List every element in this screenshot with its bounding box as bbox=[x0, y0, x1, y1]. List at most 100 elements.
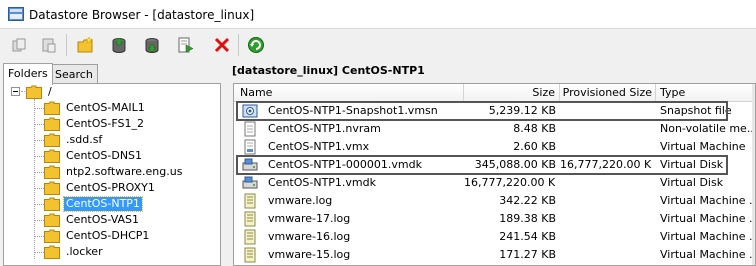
new-folder-button[interactable] bbox=[75, 34, 97, 56]
folder-icon bbox=[44, 149, 60, 163]
vm-config-icon bbox=[242, 139, 258, 155]
tree-item[interactable]: .locker bbox=[44, 244, 105, 260]
tree-item-label: CentOS-DHCP1 bbox=[66, 229, 150, 242]
log-file-icon bbox=[242, 229, 258, 245]
file-provisioned-size: 16,777,220.00 KB bbox=[560, 158, 652, 171]
file-name: vmware-16.log bbox=[268, 230, 351, 243]
download-button[interactable] bbox=[141, 34, 163, 56]
file-size: 2.60 KB bbox=[513, 140, 556, 153]
file-row[interactable]: CentOS-NTP1-000001.vmdk 345,088.00 KB 16,7… bbox=[234, 156, 755, 174]
file-row[interactable]: CentOS-NTP1.nvram 8.48 KB Non-volatile me.… bbox=[234, 120, 755, 138]
log-file-icon bbox=[242, 211, 258, 227]
folder-icon bbox=[44, 101, 60, 115]
current-path: [datastore_linux] CentOS-NTP1 bbox=[232, 64, 425, 77]
nvram-file-icon bbox=[242, 121, 258, 137]
file-size: 189.38 KB bbox=[499, 212, 556, 225]
tree-item[interactable]: CentOS-MAIL1 bbox=[44, 100, 147, 116]
tree-item[interactable]: CentOS-VAS1 bbox=[44, 212, 141, 228]
file-type: Virtual Disk bbox=[660, 158, 724, 171]
new-folder-icon bbox=[77, 36, 93, 53]
tree-item-label: CentOS-MAIL1 bbox=[66, 101, 145, 114]
file-name: vmware.log bbox=[268, 194, 333, 207]
folders-pane: Folders Search / CentOS-MAIL1 CentOS-FS1_… bbox=[0, 60, 226, 266]
column-header-type[interactable]: Type bbox=[656, 84, 755, 101]
paste-button[interactable] bbox=[38, 34, 60, 56]
tree-item-label: CentOS-NTP1 bbox=[63, 196, 143, 212]
grid-header: Name Size Provisioned Size Type bbox=[234, 84, 755, 102]
tree-item[interactable]: CentOS-NTP1 bbox=[44, 196, 143, 212]
snapshot-file-icon bbox=[242, 103, 258, 119]
datastore-browser-icon bbox=[8, 7, 24, 21]
refresh-icon bbox=[248, 37, 264, 53]
file-name: CentOS-NTP1-Snapshot1.vmsn bbox=[268, 104, 438, 117]
file-type: Virtual Machine ... bbox=[660, 248, 754, 261]
toolbar-separator bbox=[238, 34, 239, 56]
tab-folders[interactable]: Folders bbox=[3, 63, 53, 85]
folder-icon bbox=[44, 213, 60, 227]
file-type: Virtual Machine ... bbox=[660, 212, 754, 225]
file-type: Snapshot file bbox=[660, 104, 732, 117]
window-title: Datastore Browser - [datastore_linux] bbox=[29, 8, 255, 22]
file-grid: Name Size Provisioned Size Type CentOS-N… bbox=[233, 83, 756, 266]
file-name: CentOS-NTP1.nvram bbox=[268, 122, 381, 135]
folder-icon bbox=[26, 85, 42, 99]
file-size: 241.54 KB bbox=[499, 230, 556, 243]
file-row[interactable]: CentOS-NTP1.vmdk 16,777,220.00 KB Virtual … bbox=[234, 174, 755, 192]
file-size: 8.48 KB bbox=[513, 122, 556, 135]
file-type: Virtual Machine ... bbox=[660, 230, 754, 243]
copy-button[interactable] bbox=[8, 34, 30, 56]
upload-button[interactable] bbox=[108, 34, 130, 56]
tree-item-label: .sdd.sf bbox=[66, 133, 103, 146]
file-row[interactable]: vmware-15.log 171.27 KB Virtual Machine ..… bbox=[234, 246, 755, 264]
virtual-disk-icon bbox=[242, 175, 258, 191]
tree-root[interactable]: / bbox=[26, 84, 54, 100]
download-icon bbox=[145, 38, 159, 53]
register-vm-icon bbox=[178, 37, 194, 53]
file-row[interactable]: vmware.log 342.22 KB Virtual Machine ... bbox=[234, 192, 755, 210]
refresh-button[interactable] bbox=[245, 34, 267, 56]
folder-icon bbox=[44, 245, 60, 259]
file-size: 5,239.12 KB bbox=[488, 104, 556, 117]
folder-icon bbox=[44, 229, 60, 243]
tree-item[interactable]: CentOS-PROXY1 bbox=[44, 180, 157, 196]
upload-icon bbox=[112, 37, 126, 53]
folder-icon bbox=[44, 197, 60, 211]
paste-icon bbox=[42, 38, 56, 53]
file-size: 345,088.00 KB bbox=[474, 158, 556, 171]
file-name: CentOS-NTP1-000001.vmdk bbox=[268, 158, 422, 171]
folder-tree: / CentOS-MAIL1 CentOS-FS1_2 .sdd.sf CentOS-… bbox=[3, 83, 221, 266]
tree-item[interactable]: CentOS-DNS1 bbox=[44, 148, 144, 164]
toolbar-separator bbox=[66, 34, 67, 56]
folder-icon bbox=[44, 117, 60, 131]
file-name: CentOS-NTP1.vmx bbox=[268, 140, 370, 153]
tab-search[interactable]: Search bbox=[50, 64, 98, 85]
delete-icon bbox=[214, 37, 230, 53]
delete-button[interactable] bbox=[211, 34, 233, 56]
file-row[interactable]: vmware-17.log 189.38 KB Virtual Machine ..… bbox=[234, 210, 755, 228]
title-bar: Datastore Browser - [datastore_linux] bbox=[0, 0, 756, 29]
file-list-pane: [datastore_linux] CentOS-NTP1 Name Size … bbox=[230, 60, 756, 266]
folder-icon bbox=[44, 181, 60, 195]
file-name: CentOS-NTP1.vmdk bbox=[268, 176, 376, 189]
file-type: Virtual Machine bbox=[660, 140, 746, 153]
tree-item-label: CentOS-VAS1 bbox=[66, 213, 140, 226]
file-row[interactable]: vmware-16.log 241.54 KB Virtual Machine ..… bbox=[234, 228, 755, 246]
file-row[interactable]: CentOS-NTP1-Snapshot1.vmsn 5,239.12 KB Sna… bbox=[234, 102, 755, 120]
column-header-name[interactable]: Name bbox=[234, 84, 464, 101]
file-size: 171.27 KB bbox=[499, 248, 556, 261]
column-header-size[interactable]: Size bbox=[464, 84, 560, 101]
virtual-disk-icon bbox=[242, 157, 258, 173]
tree-item[interactable]: CentOS-FS1_2 bbox=[44, 116, 146, 132]
tree-item[interactable]: CentOS-DHCP1 bbox=[44, 228, 151, 244]
folder-icon bbox=[44, 133, 60, 147]
tree-item-label: ntp2.software.eng.us bbox=[66, 165, 183, 178]
file-row[interactable]: CentOS-NTP1.vmx 2.60 KB Virtual Machine bbox=[234, 138, 755, 156]
tree-root-label: / bbox=[48, 85, 52, 98]
column-header-provisioned-size[interactable]: Provisioned Size bbox=[560, 84, 656, 101]
tree-item[interactable]: ntp2.software.eng.us bbox=[44, 164, 184, 180]
tree-item-label: CentOS-PROXY1 bbox=[66, 181, 155, 194]
tree-item[interactable]: .sdd.sf bbox=[44, 132, 104, 148]
vertical-scrollbar[interactable] bbox=[752, 84, 755, 265]
collapse-icon[interactable] bbox=[11, 87, 20, 96]
register-vm-button[interactable] bbox=[175, 34, 197, 56]
